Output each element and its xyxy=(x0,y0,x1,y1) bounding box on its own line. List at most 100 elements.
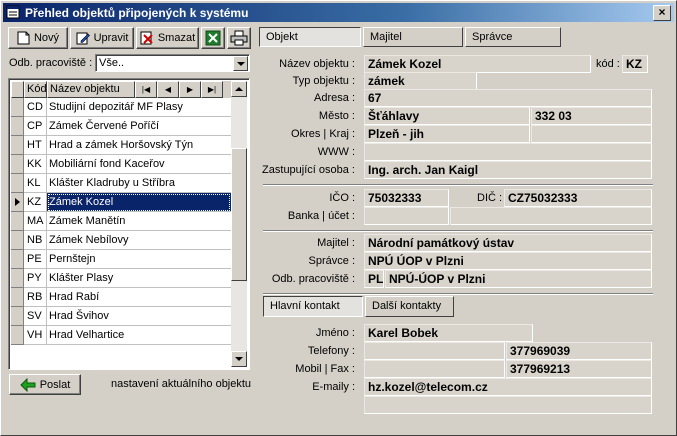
row-name[interactable]: Hrad Rabí xyxy=(47,288,231,307)
send-button[interactable]: Poslat xyxy=(9,374,81,395)
object-type-label: Typ objektu : xyxy=(292,75,355,87)
row-name[interactable]: Klášter Kladruby u Stříbra xyxy=(47,174,231,193)
row-indicator[interactable] xyxy=(11,136,24,155)
ico-field: 75032333 xyxy=(364,189,449,207)
title-bar[interactable]: Přehled objektů připojených k systému × xyxy=(3,3,674,22)
row-code[interactable]: VH xyxy=(24,326,47,345)
row-indicator[interactable] xyxy=(11,288,24,307)
nav-first-button[interactable]: |◀ xyxy=(135,81,157,98)
tab-administrator[interactable]: Správce xyxy=(465,27,561,47)
excel-export-button[interactable] xyxy=(201,27,225,49)
table-row[interactable]: PE Pernštejn xyxy=(11,250,233,269)
row-indicator[interactable] xyxy=(11,269,24,288)
row-indicator[interactable] xyxy=(11,155,24,174)
workplace-filter-select[interactable]: Vše.. xyxy=(95,54,250,72)
row-code[interactable]: NB xyxy=(24,231,47,250)
row-indicator[interactable] xyxy=(11,98,24,117)
www-label: WWW : xyxy=(317,146,355,158)
table-row[interactable]: PY Klášter Plasy xyxy=(11,269,233,288)
nav-next-button[interactable]: ▶ xyxy=(179,81,201,98)
dic-label: DIČ : xyxy=(477,192,503,204)
edit-button[interactable]: Upravit xyxy=(70,27,134,49)
row-code[interactable]: PE xyxy=(24,250,47,269)
row-code[interactable]: PY xyxy=(24,269,47,288)
close-button[interactable]: × xyxy=(653,5,671,21)
row-code[interactable]: CD xyxy=(24,98,47,117)
workplace-filter-value: Vše.. xyxy=(99,57,125,69)
table-row[interactable]: MA Zámek Manětín xyxy=(11,212,233,231)
table-row[interactable]: SV Hrad Švihov xyxy=(11,307,233,326)
table-row[interactable]: VH Hrad Velhartice xyxy=(11,326,233,345)
table-row[interactable]: CP Zámek Červené Poříčí xyxy=(11,117,233,136)
new-button-label: Nový xyxy=(33,32,60,44)
filter-label: Odb. pracoviště : xyxy=(9,57,93,69)
row-code[interactable]: SV xyxy=(24,307,47,326)
scroll-down-button[interactable] xyxy=(231,351,247,367)
delete-button[interactable]: Smazat xyxy=(136,27,199,49)
workplace-label: Odb. pracoviště : xyxy=(271,273,355,285)
region-label: Okres | Kraj : xyxy=(291,128,355,140)
table-row[interactable]: HT Hrad a zámek Horšovský Týn xyxy=(11,136,233,155)
owner-label: Majitel : xyxy=(317,237,355,249)
row-code[interactable]: RB xyxy=(24,288,47,307)
row-indicator[interactable] xyxy=(11,250,24,269)
objects-grid[interactable]: Kód Název objektu |◀ ◀ ▶ ▶| CD Studijní d… xyxy=(8,78,250,370)
row-indicator[interactable] xyxy=(11,326,24,345)
row-code[interactable]: KK xyxy=(24,155,47,174)
fax-field: 377969213 xyxy=(506,360,652,378)
row-name[interactable]: Mobiliární fond Kaceřov xyxy=(47,155,231,174)
phone-field-1 xyxy=(364,342,505,360)
nav-last-button[interactable]: ▶| xyxy=(201,81,223,98)
object-code-field: KZ xyxy=(622,55,648,73)
new-button[interactable]: Nový xyxy=(8,27,68,49)
tab-object[interactable]: Objekt xyxy=(259,27,361,47)
tab-other-contacts[interactable]: Další kontakty xyxy=(365,296,454,317)
row-indicator[interactable] xyxy=(11,307,24,326)
table-row[interactable]: RB Hrad Rabí xyxy=(11,288,233,307)
row-name[interactable]: Hrad Švihov xyxy=(47,307,231,326)
print-button[interactable] xyxy=(227,27,251,49)
region-extra-field xyxy=(531,125,652,143)
row-name[interactable]: Zámek Manětín xyxy=(47,212,231,231)
scroll-up-button[interactable] xyxy=(231,81,247,97)
row-name[interactable]: Pernštejn xyxy=(47,250,231,269)
row-name[interactable]: Hrad Velhartice xyxy=(47,326,231,345)
row-code[interactable]: MA xyxy=(24,212,47,231)
table-row[interactable]: KK Mobiliární fond Kaceřov xyxy=(11,155,233,174)
row-indicator[interactable] xyxy=(11,212,24,231)
row-code[interactable]: CP xyxy=(24,117,47,136)
table-row[interactable]: NB Zámek Nebílovy xyxy=(11,231,233,250)
tab-main-contact[interactable]: Hlavní kontakt xyxy=(263,296,363,317)
send-button-label: Poslat xyxy=(39,378,71,391)
row-name[interactable]: Zámek Kozel xyxy=(47,193,231,212)
row-name[interactable]: Zámek Červené Poříčí xyxy=(47,117,231,136)
row-name[interactable]: Zámek Nebílovy xyxy=(47,231,231,250)
nav-prev-button[interactable]: ◀ xyxy=(157,81,179,98)
row-indicator[interactable] xyxy=(11,193,24,212)
row-name[interactable]: Studijní depozitář MF Plasy xyxy=(47,98,231,117)
contact-name-field: Karel Bobek xyxy=(364,324,533,342)
table-row[interactable]: KZ Zámek Kozel xyxy=(11,193,233,212)
address-field: 67 xyxy=(364,89,652,107)
main-window: Přehled objektů připojených k systému × … xyxy=(0,0,677,436)
column-header-code[interactable]: Kód xyxy=(24,81,47,98)
row-code[interactable]: HT xyxy=(24,136,47,155)
row-code[interactable]: KL xyxy=(24,174,47,193)
grid-scrollbar[interactable] xyxy=(231,81,247,367)
ico-label: IČO : xyxy=(329,192,355,204)
row-name[interactable]: Klášter Plasy xyxy=(47,269,231,288)
tab-owner[interactable]: Majitel xyxy=(363,27,463,47)
row-name[interactable]: Hrad a zámek Horšovský Týn xyxy=(47,136,231,155)
chevron-down-icon[interactable] xyxy=(233,56,248,71)
table-row[interactable]: CD Studijní depozitář MF Plasy xyxy=(11,98,233,117)
scroll-thumb[interactable] xyxy=(231,148,247,281)
table-row[interactable]: KL Klášter Kladruby u Stříbra xyxy=(11,174,233,193)
edit-icon xyxy=(76,32,90,45)
row-code[interactable]: KZ xyxy=(24,193,47,212)
row-indicator[interactable] xyxy=(11,117,24,136)
send-hint: nastavení aktuálního objektu xyxy=(111,378,252,390)
column-header-name[interactable]: Název objektu xyxy=(47,81,135,98)
row-indicator[interactable] xyxy=(11,231,24,250)
row-indicator[interactable] xyxy=(11,174,24,193)
email-field-2 xyxy=(364,396,652,414)
